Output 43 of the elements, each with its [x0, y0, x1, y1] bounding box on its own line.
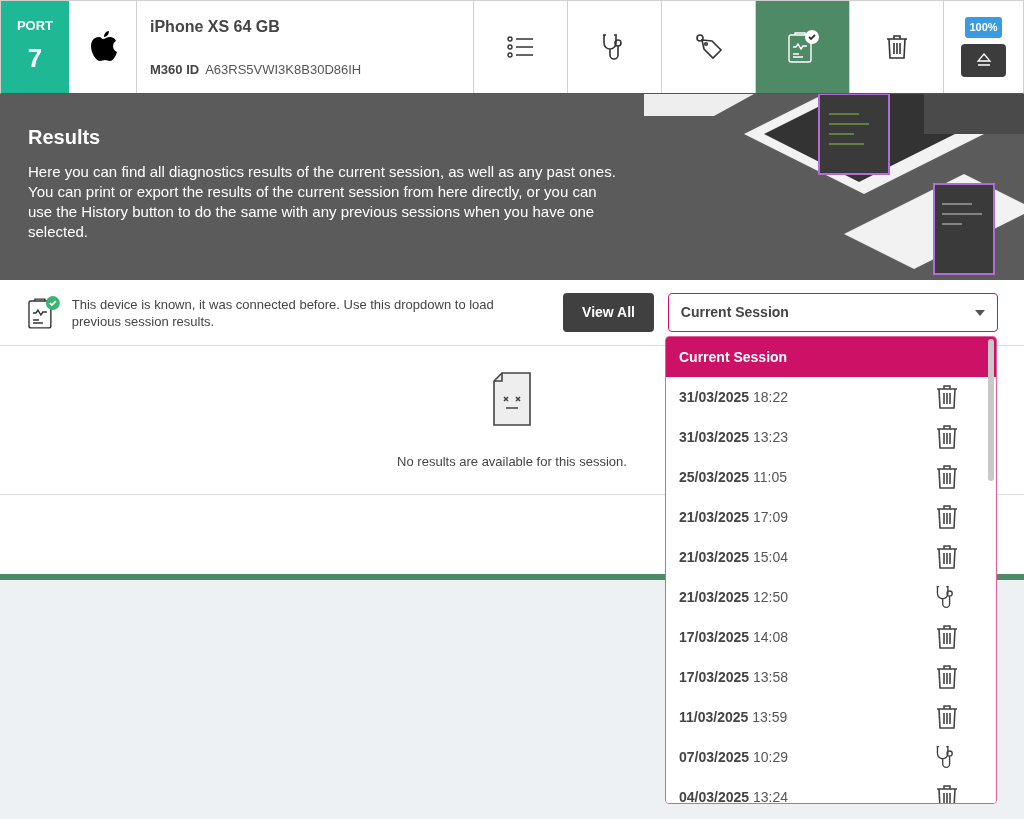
id-value: A63RS5VWI3K8B30D86IH [205, 60, 362, 79]
tag-icon [693, 32, 724, 62]
device-name: iPhone XS 64 GB [150, 17, 281, 37]
view-all-button[interactable]: View All [563, 293, 654, 332]
battery-level: 100% [965, 17, 1002, 38]
caret-icon [975, 309, 985, 316]
session-date: 07/03/2025 10:29 [679, 747, 788, 767]
trash-icon[interactable] [936, 704, 958, 730]
banner-title: Results [28, 125, 102, 150]
session-date: 17/03/2025 14:08 [679, 627, 788, 647]
trash-icon[interactable] [936, 424, 958, 450]
session-date: 21/03/2025 17:09 [679, 507, 788, 527]
trash-icon[interactable] [936, 544, 958, 570]
empty-message: No results are available for this session. [397, 453, 627, 471]
results-button[interactable] [756, 1, 850, 93]
trash-icon [885, 34, 908, 60]
eject-button[interactable] [961, 43, 1006, 77]
session-date: 21/03/2025 15:04 [679, 547, 788, 567]
trash-icon[interactable] [936, 464, 958, 490]
clipboard-check-icon [26, 294, 62, 331]
known-device-text: This device is known, it was connected before. Use this dropdown to load previous session results. [71, 295, 495, 330]
session-dropdown[interactable]: Current Session [667, 293, 998, 332]
port-number: 7 [27, 42, 43, 76]
session-date: 31/03/2025 13:23 [679, 427, 788, 447]
session-option[interactable]: Current Session [666, 337, 996, 377]
session-label: Current Session [679, 347, 788, 367]
session-date: 21/03/2025 12:50 [679, 587, 788, 607]
empty-document-icon [493, 372, 531, 426]
session-date: 25/03/2025 11:05 [679, 467, 787, 487]
trash-icon[interactable] [936, 504, 958, 530]
list-icon [506, 35, 535, 59]
trash-icon[interactable] [936, 664, 958, 690]
trash-icon[interactable] [936, 384, 958, 410]
session-date: 11/03/2025 13:59 [679, 707, 788, 727]
session-date: 31/03/2025 18:22 [679, 387, 788, 407]
trash-icon[interactable] [936, 784, 958, 803]
session-date: 04/03/2025 13:24 [679, 787, 788, 803]
port-label: PORT [16, 16, 54, 35]
trash-icon[interactable] [936, 624, 958, 650]
eject-icon [975, 53, 992, 68]
id-label: M360 ID [150, 60, 200, 79]
banner-text: Here you can find all diagnostics results of the current session, as well as any past ones. You can print or export the results of the current session from here directly, or you can use the History button to do the same with any previous sessions when you have one selected. [28, 162, 617, 242]
session-date: 17/03/2025 13:58 [679, 667, 788, 687]
